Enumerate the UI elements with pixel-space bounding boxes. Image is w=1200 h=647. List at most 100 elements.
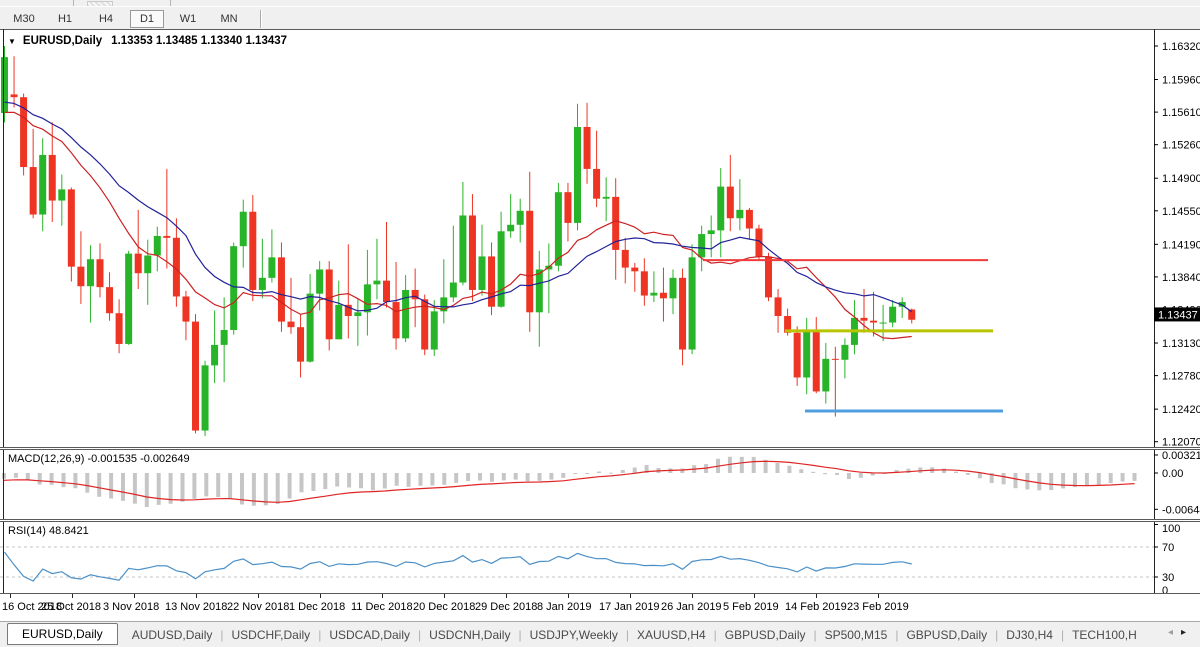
timeframe-button-mn[interactable]: MN (212, 10, 246, 28)
candle-bullish (354, 312, 361, 316)
candle-bearish (775, 297, 782, 316)
timeframe-button-d1[interactable]: D1 (130, 10, 164, 28)
candle-bullish (841, 345, 848, 360)
chart-tab-tech100-h[interactable]: TECH100,H (1064, 625, 1145, 645)
macd-histogram-bar (787, 466, 791, 473)
macd-histogram-bar (430, 473, 434, 485)
candle-bullish (536, 269, 543, 312)
chart-tab-usdchf-daily[interactable]: USDCHF,Daily (224, 625, 319, 645)
candle-bearish (68, 189, 75, 266)
macd-histogram-bar (740, 457, 744, 473)
chart-tab-audusd-daily[interactable]: AUDUSD,Daily (124, 625, 221, 645)
candle-bearish (97, 259, 104, 287)
candle-bullish (221, 330, 228, 345)
macd-histogram-bar (811, 472, 815, 473)
date-axis-label: 3 Nov 2018 (103, 601, 159, 613)
price-axis-label: 1.16320 (1162, 41, 1200, 53)
date-tick (258, 594, 259, 598)
macd-histogram-bar (526, 473, 530, 481)
candle-bearish (641, 271, 648, 295)
chart-tab-usdcnh-daily[interactable]: USDCNH,Daily (421, 625, 518, 645)
timeframe-toolbar: M30 H1 H4 D1 W1 MN (0, 6, 1200, 30)
chart-tab-xauusd-h4[interactable]: XAUUSD,H4 (629, 625, 714, 645)
date-tick (878, 594, 879, 598)
candle-bearish (11, 94, 18, 97)
macd-histogram-bar (323, 473, 327, 489)
candle-bullish (230, 246, 237, 330)
macd-histogram-bar (776, 463, 780, 473)
macd-histogram-bar (609, 473, 613, 474)
candle-bullish (822, 359, 829, 392)
date-axis-label: 20 Dec 2018 (413, 601, 475, 613)
candle-bearish (249, 212, 256, 290)
date-tick (692, 594, 693, 598)
candle-bullish (889, 307, 896, 323)
candle-bearish (30, 167, 37, 214)
candle-bullish (698, 234, 705, 257)
macd-histogram-bar (954, 472, 958, 473)
candle-bearish (679, 278, 686, 350)
chart-tab-eurusd-daily[interactable]: EURUSD,Daily (7, 623, 118, 645)
macd-histogram-bar (181, 473, 185, 502)
price-axis-label: 1.12070 (1162, 437, 1200, 447)
macd-histogram-bar (407, 473, 411, 487)
macd-histogram-bar (633, 468, 637, 473)
candle-bullish (202, 365, 209, 430)
tab-scroll-right-icon[interactable]: ▸ (1181, 627, 1194, 638)
macd-histogram-bar (1133, 473, 1137, 481)
date-axis: 16 Oct 201825 Oct 20183 Nov 201813 Nov 2… (0, 594, 1200, 621)
macd-histogram-bar (1002, 473, 1006, 484)
timeframe-button-m30[interactable]: M30 (7, 10, 41, 28)
candle-bearish (163, 236, 170, 238)
macd-histogram-bar (14, 473, 18, 478)
macd-axis-label: -0.006485 (1162, 504, 1200, 516)
date-tick (72, 594, 73, 598)
moving-average-slow (5, 102, 912, 312)
macd-histogram-bar (300, 473, 304, 492)
candle-bullish (708, 230, 715, 234)
candle-bullish (459, 215, 466, 282)
chart-tab-dj30-h4[interactable]: DJ30,H4 (998, 625, 1061, 645)
macd-histogram-bar (371, 473, 375, 490)
candle-bullish (507, 225, 514, 232)
candle-bearish (182, 296, 189, 321)
tab-navigation: ◂▸ (1168, 627, 1194, 638)
candle-bearish (832, 359, 839, 360)
timeframe-button-w1[interactable]: W1 (171, 10, 205, 28)
candle-bullish (450, 282, 457, 297)
macd-histogram-bar (466, 473, 470, 481)
macd-histogram-bar (442, 473, 446, 485)
chart-tab-gbpusd-daily[interactable]: GBPUSD,Daily (717, 625, 814, 645)
macd-histogram-bar (419, 473, 423, 486)
macd-histogram-bar (335, 473, 339, 487)
candle-bearish (526, 211, 533, 312)
chart-tab-usdcad-daily[interactable]: USDCAD,Daily (321, 625, 418, 645)
candle-bearish (393, 302, 400, 338)
candle-bearish (813, 330, 820, 391)
macd-histogram-bar (192, 473, 196, 499)
macd-histogram-bar (359, 473, 363, 488)
tab-scroll-left-icon[interactable]: ◂ (1168, 627, 1181, 638)
price-axis-label: 1.13840 (1162, 272, 1200, 284)
candle-bearish (794, 333, 801, 378)
date-tick (134, 594, 135, 598)
timeframe-button-h1[interactable]: H1 (48, 10, 82, 28)
candle-bullish (211, 345, 218, 365)
candle-bullish (240, 212, 247, 246)
chart-tab-gbpusd-daily[interactable]: GBPUSD,Daily (898, 625, 995, 645)
chart-tab-sp500-m15[interactable]: SP500,M15 (817, 625, 896, 645)
chart-window: 1.163201.159601.156101.152601.149001.145… (0, 29, 1200, 621)
macd-histogram-bar (835, 473, 839, 475)
candle-bearish (660, 293, 667, 299)
macd-histogram-bar (573, 473, 577, 474)
timeframe-button-h4[interactable]: H4 (89, 10, 123, 28)
macd-histogram-bar (847, 473, 851, 479)
symbol-dropdown-icon[interactable]: ▼ (8, 37, 16, 46)
date-tick (816, 594, 817, 598)
date-axis-label: 17 Jan 2019 (599, 601, 660, 613)
price-axis-label: 1.12780 (1162, 371, 1200, 383)
chart-tab-usdjpy-weekly[interactable]: USDJPY,Weekly (522, 625, 626, 645)
macd-histogram-bar (145, 473, 149, 507)
rsi-axis-label: 100 (1162, 523, 1180, 535)
date-tick (320, 594, 321, 598)
